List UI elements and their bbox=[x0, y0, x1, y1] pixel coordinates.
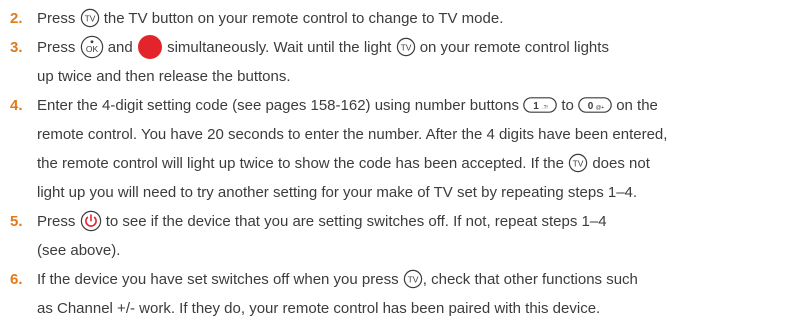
step-line: Press TV the TV button on your remote co… bbox=[37, 8, 504, 28]
step-line: remote control. You have 20 seconds to e… bbox=[37, 126, 668, 143]
step-line: up twice and then release the buttons. bbox=[37, 68, 291, 85]
tv-button-icon: TV bbox=[80, 8, 100, 28]
step-number: 2. bbox=[10, 10, 23, 27]
step-line: Press OK and simultaneously. Wait until … bbox=[37, 33, 609, 62]
step-number: 6. bbox=[10, 271, 23, 288]
svg-text:TV: TV bbox=[400, 42, 411, 52]
power-button-icon bbox=[80, 210, 102, 232]
ok-button-icon: OK bbox=[80, 35, 104, 59]
step-number: 5. bbox=[10, 213, 23, 230]
step-line: light up you will need to try another se… bbox=[37, 184, 638, 201]
svg-text:TV: TV bbox=[407, 274, 418, 284]
number-1-button-icon: 1.?! bbox=[523, 97, 557, 113]
red-button-icon bbox=[137, 34, 163, 60]
svg-text:@+: @+ bbox=[596, 105, 605, 111]
step-line: Enter the 4-digit setting code (see page… bbox=[37, 97, 658, 114]
step-number: 4. bbox=[10, 97, 23, 114]
tv-light-icon: TV bbox=[396, 37, 416, 57]
tv-light-icon: TV bbox=[568, 153, 588, 173]
step-line: Press to see if the device that you are … bbox=[37, 207, 607, 236]
step-line: as Channel +/- work. If they do, your re… bbox=[37, 300, 601, 317]
svg-text:1: 1 bbox=[533, 101, 539, 112]
step-line: the remote control will light up twice t… bbox=[37, 153, 650, 173]
step-number: 3. bbox=[10, 39, 23, 56]
svg-text:.?!: .?! bbox=[542, 105, 548, 111]
svg-text:OK: OK bbox=[85, 44, 98, 54]
svg-text:TV: TV bbox=[573, 158, 584, 168]
svg-text:TV: TV bbox=[84, 13, 95, 23]
step-line: (see above). bbox=[37, 242, 121, 259]
tv-button-icon: TV bbox=[403, 269, 423, 289]
instructions-page: 2. Press TV the TV button on your remote… bbox=[0, 0, 789, 325]
number-0-button-icon: 0 @+ bbox=[578, 97, 612, 113]
svg-text:0: 0 bbox=[588, 101, 594, 112]
step-line: If the device you have set switches off … bbox=[37, 269, 638, 289]
